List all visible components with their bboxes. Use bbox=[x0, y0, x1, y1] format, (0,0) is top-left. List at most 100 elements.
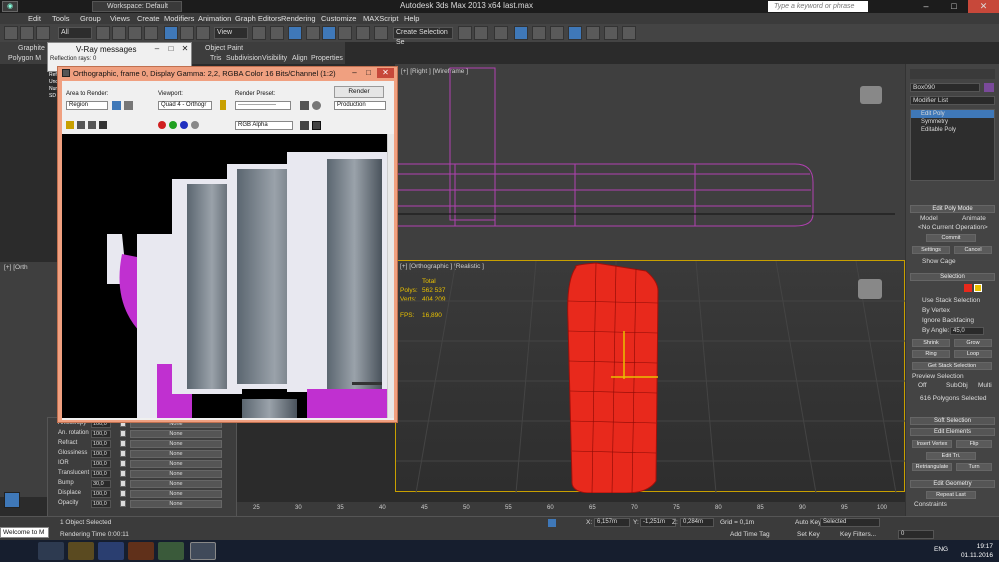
move-icon[interactable] bbox=[164, 26, 178, 40]
use-stack-selection-checkbox[interactable]: Use Stack Selection bbox=[922, 297, 980, 304]
vray-title[interactable]: V-Ray messages – □ ✕ bbox=[48, 43, 191, 56]
by-angle-checkbox[interactable]: By Angle: bbox=[922, 327, 949, 334]
edit-tri-button[interactable]: Edit Tri. bbox=[926, 452, 976, 460]
environment-icon[interactable] bbox=[312, 101, 321, 110]
save-copy-clone-icons[interactable] bbox=[66, 121, 116, 130]
menu-customize[interactable]: Customize bbox=[321, 13, 356, 24]
help-search-input[interactable]: Type a keyword or phrase bbox=[768, 1, 868, 12]
preview-subobj-radio[interactable]: SubObj bbox=[946, 382, 968, 389]
viewport-orthographic-realistic[interactable]: [+] [Orthographic ] [Realistic ] Total P… bbox=[395, 260, 906, 493]
maxscript-listener[interactable]: Welcome to M bbox=[0, 527, 49, 538]
viewcube-icon[interactable] bbox=[858, 279, 882, 299]
mirror-icon[interactable] bbox=[458, 26, 472, 40]
animate-radio[interactable]: Animate bbox=[962, 215, 986, 222]
map-enable-checkbox[interactable] bbox=[120, 460, 126, 467]
curve-editor-icon[interactable] bbox=[532, 26, 546, 40]
color-swatch-icon[interactable] bbox=[312, 121, 321, 130]
settings-button[interactable]: Settings bbox=[912, 246, 950, 254]
object-name-field[interactable]: Box090 bbox=[910, 83, 980, 92]
commit-button[interactable]: Commit bbox=[926, 234, 976, 242]
rotate-icon[interactable] bbox=[180, 26, 194, 40]
map-enable-checkbox[interactable] bbox=[120, 480, 126, 487]
loop-button[interactable]: Loop bbox=[954, 350, 992, 358]
snap-toggle-icon[interactable] bbox=[306, 26, 320, 40]
material-editor-icon[interactable] bbox=[568, 26, 582, 40]
menu-help[interactable]: Help bbox=[404, 13, 419, 24]
3dsmax-taskbar-icon[interactable] bbox=[190, 542, 216, 560]
ribbon-tab-object-paint[interactable]: Object Paint bbox=[205, 45, 243, 52]
ring-button[interactable]: Ring bbox=[912, 350, 950, 358]
lock-selection-icon[interactable] bbox=[548, 519, 556, 527]
lock-icon[interactable] bbox=[220, 100, 226, 110]
z-coordinate-field[interactable]: 0,284m bbox=[680, 518, 714, 527]
render-setup-icon[interactable] bbox=[586, 26, 600, 40]
map-enable-checkbox[interactable] bbox=[120, 440, 126, 447]
command-panel-tabs[interactable] bbox=[910, 69, 995, 79]
key-selection-dropdown[interactable]: Selected bbox=[820, 518, 880, 527]
graphite-toggle-icon[interactable] bbox=[514, 26, 528, 40]
menu-maxscript[interactable]: MAXScript bbox=[363, 13, 398, 24]
area-to-render-dropdown[interactable]: Region bbox=[66, 101, 108, 110]
named-selection-dropdown[interactable]: Create Selection Se bbox=[393, 27, 453, 46]
menu-modifiers[interactable]: Modifiers bbox=[164, 13, 194, 24]
map-enable-checkbox[interactable] bbox=[120, 450, 126, 457]
align-icon[interactable] bbox=[474, 26, 488, 40]
explorer-icon[interactable] bbox=[68, 542, 94, 560]
render-production-icon[interactable] bbox=[622, 26, 636, 40]
render-mode-dropdown[interactable]: Production bbox=[334, 101, 386, 110]
render-preset-dropdown[interactable]: ------------------- bbox=[235, 101, 291, 110]
ignore-backfacing-checkbox[interactable]: Ignore Backfacing bbox=[922, 317, 974, 324]
spinner-snap-icon[interactable] bbox=[356, 26, 370, 40]
model-radio[interactable]: Model bbox=[920, 215, 938, 222]
ribbon-tris[interactable]: Tris bbox=[210, 55, 221, 62]
auto-key-button[interactable]: Auto Key bbox=[795, 519, 821, 526]
minimize-icon[interactable]: – bbox=[348, 68, 361, 78]
channel-display-dropdown[interactable]: RGB Alpha bbox=[235, 121, 293, 130]
window-crossing-icon[interactable] bbox=[144, 26, 158, 40]
element-select-icon[interactable] bbox=[974, 284, 982, 292]
start-button-icon[interactable] bbox=[2, 542, 32, 560]
minimize-icon[interactable]: – bbox=[912, 0, 940, 13]
viewport-label[interactable]: [+] [Orth bbox=[4, 264, 28, 271]
flip-button[interactable]: Flip bbox=[956, 440, 992, 448]
map-enable-checkbox[interactable] bbox=[120, 470, 126, 477]
menu-edit[interactable]: Edit bbox=[28, 13, 41, 24]
menu-graph-editors[interactable]: Graph Editors bbox=[235, 13, 281, 24]
close-icon[interactable]: ✕ bbox=[968, 0, 999, 13]
turn-button[interactable]: Turn bbox=[956, 463, 992, 471]
link-icon[interactable] bbox=[36, 26, 50, 40]
y-coordinate-field[interactable]: -1,251m bbox=[640, 518, 676, 527]
ribbon-subdivision[interactable]: Subdivision bbox=[226, 55, 262, 62]
stack-item-edit-poly[interactable]: Edit Poly bbox=[911, 110, 994, 118]
select-object-icon[interactable] bbox=[96, 26, 110, 40]
render-vertical-scrollbar[interactable] bbox=[387, 134, 394, 418]
schematic-view-icon[interactable] bbox=[550, 26, 564, 40]
add-time-tag[interactable]: Add Time Tag bbox=[730, 531, 770, 538]
language-indicator[interactable]: ENG bbox=[934, 546, 948, 553]
grow-button[interactable]: Grow bbox=[954, 339, 992, 347]
maximize-icon[interactable]: □ bbox=[362, 68, 375, 78]
select-by-name-icon[interactable] bbox=[112, 26, 126, 40]
region-select-icon[interactable] bbox=[128, 26, 142, 40]
ribbon-align[interactable]: Align bbox=[292, 55, 308, 62]
select-manipulate-icon[interactable] bbox=[270, 26, 284, 40]
rollout-edit-geometry[interactable]: Edit Geometry bbox=[910, 480, 995, 488]
chrome-icon[interactable] bbox=[158, 542, 184, 560]
pivot-icon[interactable] bbox=[252, 26, 266, 40]
selection-filter-dropdown[interactable]: All bbox=[58, 27, 92, 39]
undo-icon[interactable] bbox=[4, 26, 18, 40]
set-key-button[interactable]: Set Key bbox=[797, 531, 820, 538]
menu-animation[interactable]: Animation bbox=[198, 13, 231, 24]
menu-rendering[interactable]: Rendering bbox=[281, 13, 316, 24]
angle-snap-icon[interactable] bbox=[322, 26, 336, 40]
preview-off-radio[interactable]: Off bbox=[918, 382, 927, 389]
key-filters-button[interactable]: Key Filters... bbox=[840, 531, 876, 538]
maximize-icon[interactable]: □ bbox=[940, 0, 968, 13]
layer-manager-icon[interactable] bbox=[494, 26, 508, 40]
channel-toggle-icons[interactable] bbox=[158, 121, 204, 130]
retriangulate-button[interactable]: Retriangulate bbox=[912, 463, 952, 471]
rollout-edit-poly-mode[interactable]: Edit Poly Mode bbox=[910, 205, 995, 213]
ie-icon[interactable] bbox=[38, 542, 64, 560]
shrink-button[interactable]: Shrink bbox=[912, 339, 950, 347]
menu-views[interactable]: Views bbox=[110, 13, 130, 24]
